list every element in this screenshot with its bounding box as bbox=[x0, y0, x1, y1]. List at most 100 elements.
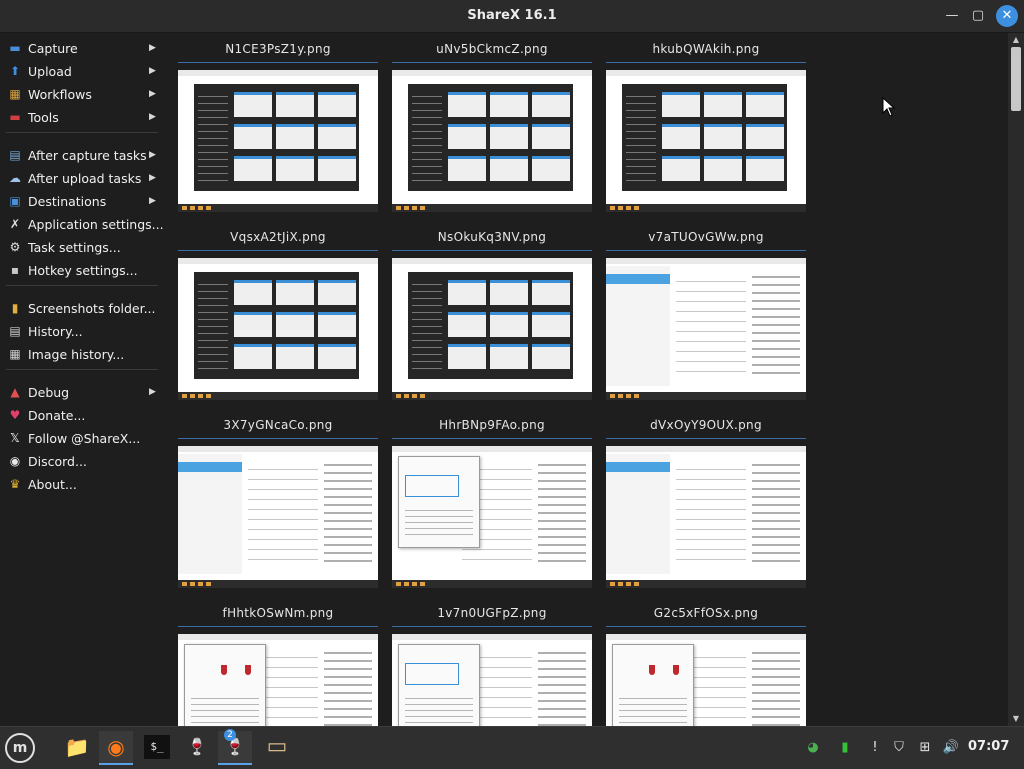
file-name-underline bbox=[178, 250, 378, 251]
screenshot-thumbnail[interactable] bbox=[178, 634, 378, 726]
submenu-arrow-icon: ▶ bbox=[149, 173, 156, 183]
screenshot-thumbnail[interactable] bbox=[606, 446, 806, 588]
menu-item-workflows[interactable]: ▦ Workflows ▶ bbox=[0, 83, 166, 106]
menu-item-discord[interactable]: ◉ Discord... bbox=[0, 450, 166, 473]
scrollbar-thumb[interactable] bbox=[1011, 47, 1021, 111]
discord-icon: ◉ bbox=[9, 454, 21, 468]
gallery-item[interactable]: N1CE3PsZ1y.png bbox=[178, 36, 378, 220]
gallery-item[interactable]: 3X7yGNcaCo.png bbox=[178, 412, 378, 596]
close-button[interactable]: ✕ bbox=[996, 5, 1018, 27]
capture-icon: ▬ bbox=[9, 41, 21, 55]
maximize-button[interactable]: ▢ bbox=[968, 6, 988, 26]
gallery-item[interactable]: 1v7n0UGFpZ.png bbox=[392, 600, 592, 726]
file-name: hkubQWAkih.png bbox=[652, 42, 760, 56]
menu-item-image-history[interactable]: ▦ Image history... bbox=[0, 343, 166, 366]
menu-item-destinations[interactable]: ▣ Destinations ▶ bbox=[0, 190, 166, 213]
taskbar-app-wine-1[interactable]: 🍷 bbox=[180, 731, 214, 765]
menu-item-label: Task settings... bbox=[28, 240, 121, 255]
screenshot-thumbnail[interactable] bbox=[392, 634, 592, 726]
menu-item-upload[interactable]: ⬆ Upload ▶ bbox=[0, 60, 166, 83]
menu-separator bbox=[6, 285, 158, 286]
screenshots-folder-icon: ▮ bbox=[11, 301, 19, 315]
menu-item-x-logo[interactable]: 𝕏 Follow @ShareX... bbox=[0, 427, 166, 450]
menu-item-label: Donate... bbox=[28, 408, 86, 423]
menu-item-task-settings[interactable]: ⚙ Task settings... bbox=[0, 236, 166, 259]
image-history-icon: ▦ bbox=[9, 347, 21, 361]
window-count-badge: 2 bbox=[224, 729, 236, 741]
scroll-up-arrow-icon[interactable]: ▲ bbox=[1008, 33, 1024, 47]
file-name: 3X7yGNcaCo.png bbox=[223, 418, 333, 432]
tray-shield-icon[interactable]: ⛉ bbox=[890, 739, 908, 757]
file-name: uNv5bCkmcZ.png bbox=[436, 42, 548, 56]
screenshot-thumbnail[interactable] bbox=[178, 258, 378, 400]
upload-icon: ⬆ bbox=[9, 64, 21, 78]
menu-item-history[interactable]: ▤ History... bbox=[0, 320, 166, 343]
tray-network-icon[interactable]: ⊞ bbox=[916, 739, 934, 757]
menu-item-capture[interactable]: ▬ Capture ▶ bbox=[0, 37, 166, 60]
file-name: N1CE3PsZ1y.png bbox=[225, 42, 331, 56]
menu-item-after-capture[interactable]: ▤ After capture tasks ▶ bbox=[0, 144, 166, 167]
screenshot-thumbnail[interactable] bbox=[392, 446, 592, 588]
menu-item-after-upload[interactable]: ☁ After upload tasks ▶ bbox=[0, 167, 166, 190]
menu-item-label: Follow @ShareX... bbox=[28, 431, 141, 446]
gallery-item[interactable]: fHhtkOSwNm.png bbox=[178, 600, 378, 726]
menu-item-tools[interactable]: ▬ Tools ▶ bbox=[0, 106, 166, 129]
menu-item-label: Application settings... bbox=[28, 217, 164, 232]
gallery-item[interactable]: uNv5bCkmcZ.png bbox=[392, 36, 592, 220]
minimize-button[interactable]: — bbox=[942, 6, 962, 26]
gallery-item[interactable]: hkubQWAkih.png bbox=[606, 36, 806, 220]
taskbar-app-terminal[interactable]: $_ bbox=[140, 731, 174, 765]
debug-icon: ▲ bbox=[10, 385, 20, 399]
screenshot-thumbnail[interactable] bbox=[606, 258, 806, 400]
menu-item-label: Image history... bbox=[28, 347, 125, 362]
history-icon: ▤ bbox=[9, 324, 21, 338]
clock[interactable]: 07:07 bbox=[968, 739, 1009, 754]
gallery-item[interactable]: v7aTUOvGWw.png bbox=[606, 224, 806, 408]
screenshot-thumbnail[interactable] bbox=[606, 70, 806, 212]
scroll-down-arrow-icon[interactable]: ▼ bbox=[1008, 712, 1024, 726]
gallery-item[interactable]: HhrBNp9FAo.png bbox=[392, 412, 592, 596]
file-name-underline bbox=[606, 438, 806, 439]
taskbar-app-files[interactable]: 📁 bbox=[60, 731, 94, 765]
tray-volume-icon[interactable]: 🔊 bbox=[942, 739, 960, 757]
after-capture-icon: ▤ bbox=[9, 148, 21, 162]
file-name-underline bbox=[392, 626, 592, 627]
menu-item-screenshots-folder[interactable]: ▮ Screenshots folder... bbox=[0, 297, 166, 320]
window-title: ShareX 16.1 bbox=[467, 8, 557, 23]
menu-item-donate[interactable]: ♥ Donate... bbox=[0, 404, 166, 427]
file-name-underline bbox=[178, 438, 378, 439]
screenshot-thumbnail[interactable] bbox=[392, 258, 592, 400]
mouse-cursor-icon bbox=[882, 97, 896, 117]
file-name-underline bbox=[392, 250, 592, 251]
file-name-underline bbox=[606, 62, 806, 63]
wine-1-icon: 🍷 bbox=[187, 737, 207, 756]
gallery-item[interactable]: G2c5xFfOSx.png bbox=[606, 600, 806, 726]
tray-notification-icon[interactable]: ! bbox=[866, 739, 884, 757]
menu-item-application-settings[interactable]: ✗ Application settings... bbox=[0, 213, 166, 236]
file-name-underline bbox=[606, 626, 806, 627]
gallery-item[interactable]: NsOkuKq3NV.png bbox=[392, 224, 592, 408]
menu-item-debug[interactable]: ▲ Debug ▶ bbox=[0, 381, 166, 404]
tray-battery-icon[interactable]: ▮ bbox=[836, 739, 854, 757]
tray-chrome-icon[interactable]: ◕ bbox=[804, 739, 822, 757]
vertical-scrollbar[interactable]: ▲ ▼ bbox=[1008, 33, 1024, 726]
start-menu-button[interactable]: m bbox=[5, 733, 35, 763]
screenshot-thumbnail[interactable] bbox=[392, 70, 592, 212]
files-icon: 📁 bbox=[64, 735, 90, 759]
after-upload-icon: ☁ bbox=[9, 171, 21, 185]
submenu-arrow-icon: ▶ bbox=[149, 196, 156, 206]
taskbar-app-package[interactable]: ▭ bbox=[260, 731, 294, 765]
menu-separator bbox=[6, 132, 158, 133]
screenshot-thumbnail[interactable] bbox=[178, 70, 378, 212]
gallery-item[interactable]: dVxOyY9OUX.png bbox=[606, 412, 806, 596]
screenshot-thumbnail[interactable] bbox=[178, 446, 378, 588]
menu-item-about[interactable]: ♛ About... bbox=[0, 473, 166, 496]
menu-item-label: Hotkey settings... bbox=[28, 263, 138, 278]
application-settings-icon: ✗ bbox=[9, 217, 21, 231]
taskbar-app-firefox[interactable]: ◉ bbox=[99, 731, 133, 765]
gallery-item[interactable]: VqsxA2tJiX.png bbox=[178, 224, 378, 408]
menu-item-hotkey-settings[interactable]: ▪ Hotkey settings... bbox=[0, 259, 166, 282]
main-menu: ▬ Capture ▶ ⬆ Upload ▶ ▦ Workflows ▶ ▬ Tools ▶ ▤ Afte… bbox=[0, 33, 166, 726]
screenshot-thumbnail[interactable] bbox=[606, 634, 806, 726]
terminal-icon: $_ bbox=[144, 735, 170, 759]
